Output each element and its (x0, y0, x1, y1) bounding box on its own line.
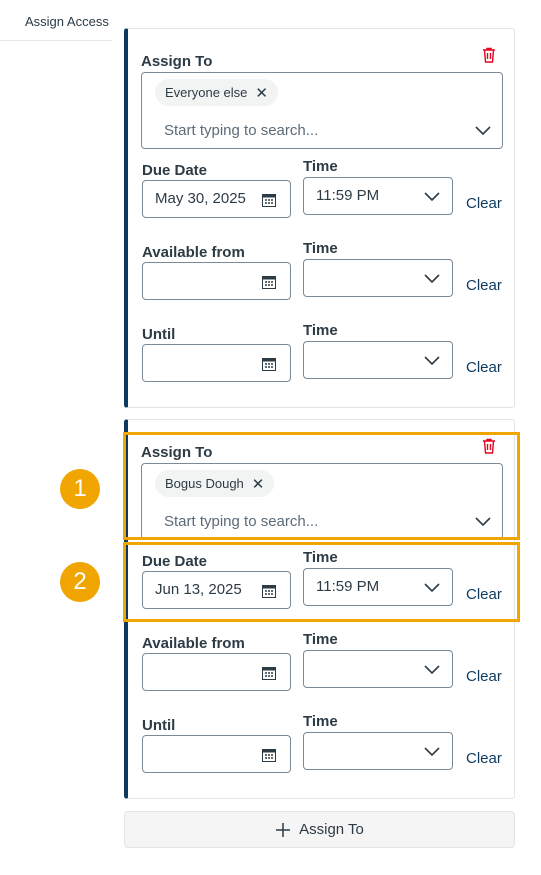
add-assign-to-label: Assign To (299, 821, 364, 838)
assignee-chip-label: Everyone else (165, 85, 248, 100)
available-from-input[interactable] (142, 653, 291, 691)
due-date-value: Jun 13, 2025 (155, 581, 242, 598)
assignee-chip-label: Bogus Dough (165, 476, 244, 491)
available-time-select[interactable] (303, 259, 453, 297)
clear-until-button[interactable]: Clear (466, 359, 502, 376)
due-date-input[interactable]: May 30, 2025 (142, 180, 291, 218)
add-assign-to-button[interactable]: Assign To (124, 811, 515, 848)
until-label: Until (142, 717, 176, 734)
sidebar-tab-assign-access[interactable]: Assign Access (0, 0, 112, 41)
available-time-label: Time (303, 240, 338, 257)
due-time-value: 11:59 PM (316, 187, 380, 204)
due-date-label: Due Date (142, 162, 208, 179)
available-from-input[interactable] (142, 262, 291, 300)
available-from-label: Available from (142, 635, 245, 652)
available-time-select[interactable] (303, 650, 453, 688)
chevron-down-icon (424, 583, 440, 593)
due-time-value: 11:59 PM (316, 578, 380, 595)
due-time-label: Time (303, 158, 338, 175)
callout-badge-2: 2 (60, 562, 100, 602)
assign-search-input[interactable] (164, 513, 464, 530)
until-date-input[interactable] (142, 735, 291, 773)
calendar-icon[interactable] (262, 584, 276, 598)
chevron-down-icon (424, 356, 440, 366)
due-time-select[interactable]: 11:59 PM (303, 177, 453, 215)
assignee-chip: Everyone else ✕ (155, 79, 278, 106)
due-date-input[interactable]: Jun 13, 2025 (142, 571, 291, 609)
available-time-label: Time (303, 631, 338, 648)
clear-available-button[interactable]: Clear (466, 668, 502, 685)
assign-to-label: Assign To (141, 53, 213, 70)
plus-icon (276, 822, 291, 837)
sidebar-tab-label: Assign Access (25, 14, 109, 29)
due-time-label: Time (303, 549, 338, 566)
chevron-down-icon[interactable] (475, 517, 491, 527)
due-date-label: Due Date (142, 553, 208, 570)
trash-icon[interactable] (480, 437, 498, 455)
until-time-select[interactable] (303, 341, 453, 379)
remove-chip-icon[interactable]: ✕ (255, 84, 268, 102)
assign-search-input[interactable] (164, 122, 464, 139)
calendar-icon[interactable] (262, 275, 276, 289)
trash-icon[interactable] (480, 46, 498, 64)
assign-card-2: Assign To Bogus Dough ✕ Due Date Time Ju… (124, 419, 515, 799)
due-date-value: May 30, 2025 (155, 190, 246, 207)
due-time-select[interactable]: 11:59 PM (303, 568, 453, 606)
clear-due-button[interactable]: Clear (466, 195, 502, 212)
calendar-icon[interactable] (262, 748, 276, 762)
clear-due-button[interactable]: Clear (466, 586, 502, 603)
until-label: Until (142, 326, 176, 343)
clear-available-button[interactable]: Clear (466, 277, 502, 294)
assignee-chip: Bogus Dough ✕ (155, 470, 275, 497)
clear-until-button[interactable]: Clear (466, 750, 502, 767)
assign-to-label: Assign To (141, 444, 213, 461)
until-time-select[interactable] (303, 732, 453, 770)
until-date-input[interactable] (142, 344, 291, 382)
until-time-label: Time (303, 322, 338, 339)
chevron-down-icon (424, 665, 440, 675)
calendar-icon[interactable] (262, 357, 276, 371)
calendar-icon[interactable] (262, 666, 276, 680)
chevron-down-icon (424, 747, 440, 757)
chevron-down-icon (424, 274, 440, 284)
remove-chip-icon[interactable]: ✕ (252, 475, 265, 493)
assign-to-combobox[interactable]: Bogus Dough ✕ (141, 463, 503, 540)
callout-badge-1: 1 (60, 469, 100, 509)
until-time-label: Time (303, 713, 338, 730)
calendar-icon[interactable] (262, 193, 276, 207)
assign-to-combobox[interactable]: Everyone else ✕ (141, 72, 503, 149)
chevron-down-icon (424, 192, 440, 202)
chevron-down-icon[interactable] (475, 126, 491, 136)
assign-card-1: Assign To Everyone else ✕ Due Date Time … (124, 28, 515, 408)
available-from-label: Available from (142, 244, 245, 261)
